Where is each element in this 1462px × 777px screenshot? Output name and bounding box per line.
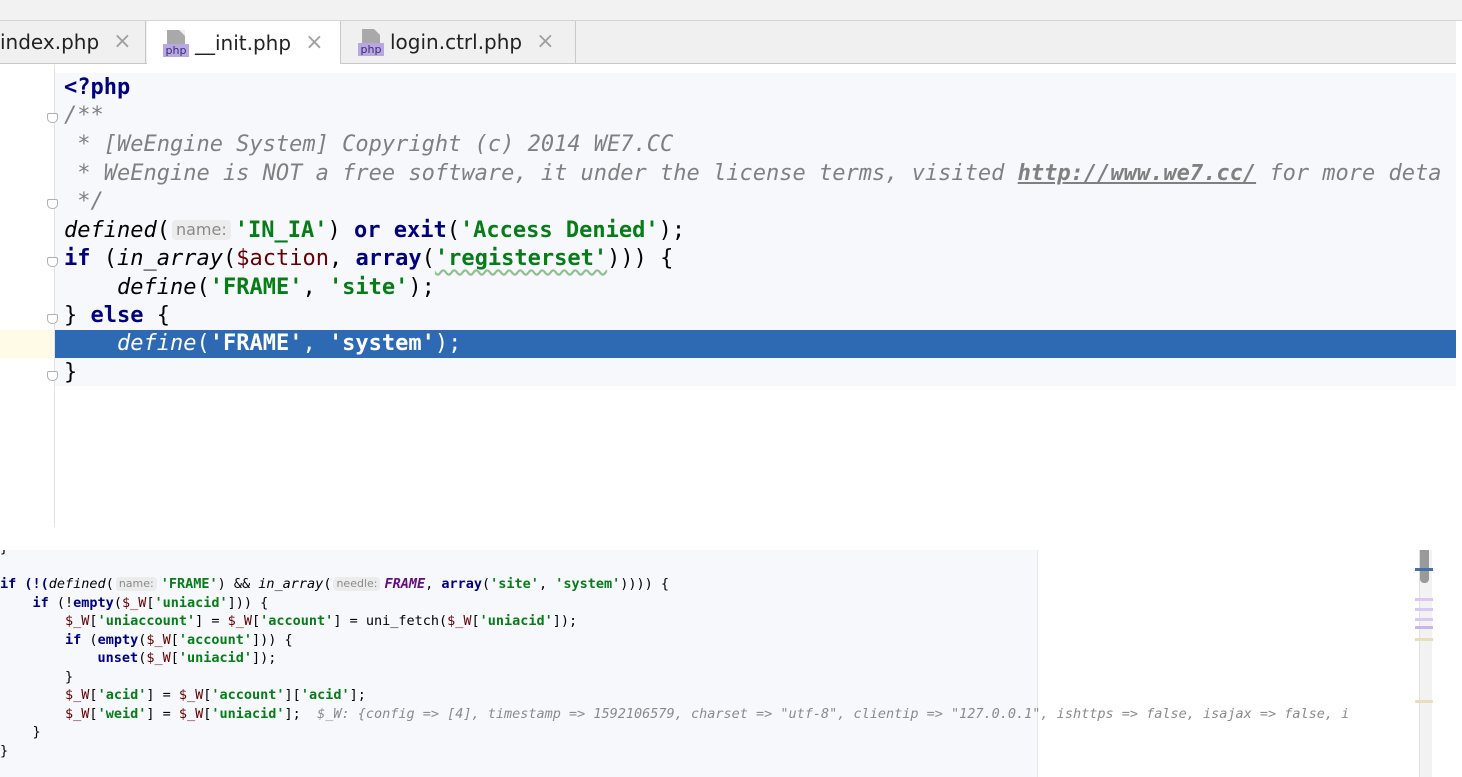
code-line-selected[interactable]: define('FRAME', 'system'); xyxy=(64,330,461,358)
editor-gutter[interactable] xyxy=(0,65,55,527)
tab-index-php[interactable]: index.php × xyxy=(0,21,146,63)
code-editor-main[interactable]: <?php /** * [WeEngine System] Copyright … xyxy=(0,65,1456,527)
tab-init-php[interactable]: php __init.php × xyxy=(147,21,341,64)
tab-label: index.php xyxy=(0,30,100,54)
code-line[interactable]: /** xyxy=(64,102,104,130)
code-line[interactable]: define('FRAME', 'site'); xyxy=(64,274,435,302)
param-hint: name: xyxy=(171,220,231,240)
code-line[interactable]: } xyxy=(0,550,8,557)
close-icon[interactable]: × xyxy=(113,31,131,53)
window-top-strip xyxy=(0,0,1462,21)
code-line[interactable]: } else { xyxy=(64,302,170,330)
code-line[interactable]: * WeEngine is NOT a free software, it un… xyxy=(64,160,1441,188)
code-line[interactable]: $_W['weid'] = $_W['uniacid']; $_W: {conf… xyxy=(0,705,1416,723)
tab-label: login.ctrl.php xyxy=(390,30,523,54)
current-line-gutter xyxy=(0,330,54,358)
code-editor-secondary[interactable]: } if (!(defined(name:'FRAME') && in_arra… xyxy=(0,550,1462,777)
close-icon[interactable]: × xyxy=(305,31,323,53)
fold-icon[interactable] xyxy=(46,255,58,267)
fold-icon[interactable] xyxy=(46,369,58,381)
code-line[interactable]: * [WeEngine System] Copyright (c) 2014 W… xyxy=(64,131,673,159)
license-link[interactable]: http://www.we7.cc/ xyxy=(1018,161,1256,186)
code-line[interactable]: } xyxy=(0,742,8,760)
code-line[interactable]: */ xyxy=(64,188,104,216)
scroll-marker[interactable] xyxy=(1415,626,1433,629)
param-hint: needle: xyxy=(333,577,381,591)
scroll-marker[interactable] xyxy=(1415,700,1433,703)
code-line[interactable]: } xyxy=(0,723,41,741)
close-icon[interactable]: × xyxy=(536,31,554,53)
debug-inline-value: $_W: {config => [4], timestamp => 159210… xyxy=(300,706,1350,722)
code-line[interactable]: $_W['uniaccount'] = $_W['account'] = uni… xyxy=(0,612,577,630)
scroll-marker[interactable] xyxy=(1415,568,1433,571)
code-line[interactable]: } xyxy=(64,359,77,387)
code-line[interactable]: if (empty($_W['account'])) { xyxy=(0,631,293,649)
code-line[interactable]: $_W['acid'] = $_W['account']['acid']; xyxy=(0,686,366,704)
fold-icon[interactable] xyxy=(46,312,58,324)
code-line[interactable]: if (!(defined(name: 'FRAME') && in_array(… xyxy=(0,575,669,593)
scroll-marker[interactable] xyxy=(1415,638,1433,641)
editor-tab-bar: index.php × php __init.php × php login.c… xyxy=(0,21,1456,64)
code-line[interactable]: } xyxy=(0,668,73,686)
scroll-marker[interactable] xyxy=(1415,608,1433,611)
fold-icon[interactable] xyxy=(46,111,58,123)
tab-login-ctrl-php[interactable]: php login.ctrl.php × xyxy=(342,21,576,63)
code-line[interactable]: unset($_W['uniacid']); xyxy=(0,649,277,667)
scrollbar-thumb[interactable] xyxy=(1420,550,1429,583)
php-file-icon: php xyxy=(163,28,189,58)
scroll-marker[interactable] xyxy=(1415,598,1433,601)
fold-icon[interactable] xyxy=(46,197,58,209)
code-line[interactable]: <?php xyxy=(64,74,130,102)
param-hint: name: xyxy=(115,577,157,591)
php-file-icon: php xyxy=(358,27,384,57)
tab-label: __init.php xyxy=(195,30,292,55)
code-line[interactable]: if (!empty($_W['uniacid'])) { xyxy=(0,594,269,612)
code-line[interactable]: defined(name: 'IN_IA') or exit('Access De… xyxy=(64,217,685,245)
code-line[interactable]: if (in_array($action, array('registerset… xyxy=(64,245,673,273)
vertical-scrollbar[interactable] xyxy=(1419,550,1432,777)
right-margin-guide xyxy=(1037,550,1038,777)
scroll-marker[interactable] xyxy=(1415,618,1433,621)
